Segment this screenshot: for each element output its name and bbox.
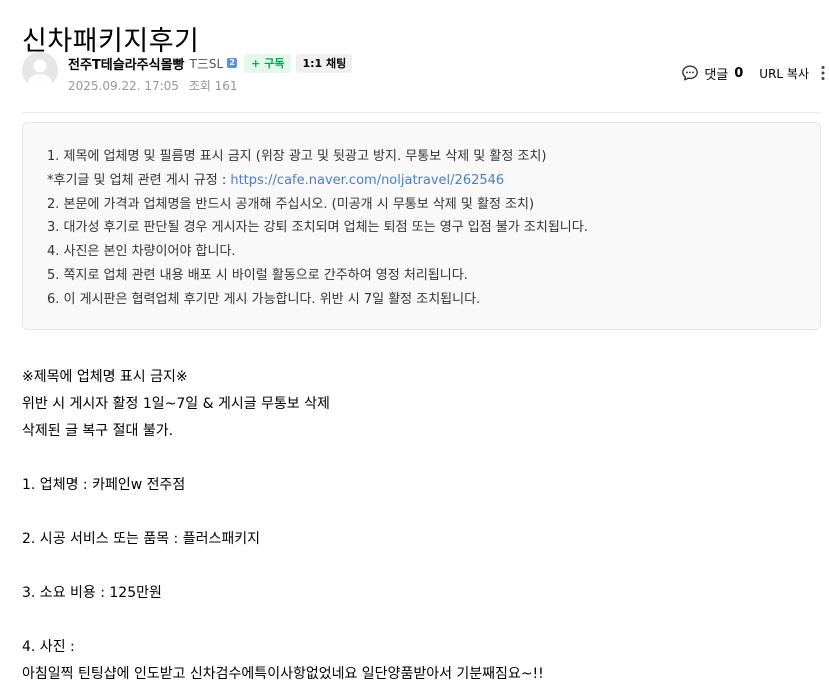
- content-line: 2. 시공 서비스 또는 품목 : 플러스패키지: [22, 531, 260, 547]
- content-blank-line: [22, 607, 822, 634]
- comment-label: 댓글: [704, 67, 729, 83]
- notice-rules-link[interactable]: https://cafe.naver.com/noljatravel/26254…: [230, 173, 504, 188]
- post-actions: 댓글 0 URL 복사: [681, 63, 825, 83]
- chat-button[interactable]: 1:1 채팅: [296, 53, 353, 73]
- subscribe-button[interactable]: + 구독: [244, 53, 292, 73]
- post-meta: 2025.09.22. 17:05 조회 161: [68, 77, 238, 94]
- author-info: 전주T테슬라주식몰빵 T三SL 2 + 구독 1:1 채팅: [68, 53, 353, 73]
- content-line: 아침일찍 틴팅샵에 인도받고 신차검수에특이사항없었네요 일단양품받아서 기분째…: [22, 666, 544, 682]
- level-badge-icon: 2: [227, 58, 238, 68]
- board-notice: 1. 제목에 업체명 및 필름명 표시 금지 (위장 광고 및 뒷광고 방지. …: [22, 122, 821, 330]
- author-level: T三SL: [189, 56, 224, 71]
- notice-rules-label: *후기글 및 업체 관련 게시 규정 :: [47, 172, 231, 188]
- notice-line: 1. 제목에 업체명 및 필름명 표시 금지 (위장 광고 및 뒷광고 방지. …: [47, 149, 547, 164]
- content-line: 삭제된 글 복구 절대 불가.: [22, 423, 174, 439]
- comment-count: 0: [734, 65, 744, 81]
- content-line: 4. 사진 :: [22, 639, 75, 655]
- post-date: 2025.09.22. 17:05: [68, 79, 179, 93]
- view-count: 조회 161: [188, 79, 238, 93]
- notice-line: 5. 쪽지로 업체 관련 내용 배포 시 바이럴 활동으로 간주하여 영정 처리…: [47, 267, 468, 283]
- content-line: 위반 시 게시자 활정 1일~7일 & 게시글 무통보 삭제: [22, 396, 330, 412]
- notice-line: 6. 이 게시판은 협력업체 후기만 게시 가능합니다. 위반 시 7일 활정 …: [47, 291, 481, 307]
- notice-line-rules: *후기글 및 업체 관련 게시 규정 : https://cafe.naver.…: [47, 169, 820, 193]
- url-copy-button[interactable]: URL 복사: [759, 65, 809, 82]
- content-blank-line: [22, 553, 822, 580]
- content-line: 1. 업체명 : 카페인w 전주점: [22, 477, 186, 493]
- notice-line: 4. 사진은 본인 차량이어야 합니다.: [47, 244, 236, 260]
- more-vertical-icon[interactable]: [821, 65, 825, 81]
- default-avatar-icon: [22, 52, 58, 88]
- post-content: ※제목에 업체명 표시 금지※ 위반 시 게시자 활정 1일~7일 & 게시글 …: [22, 364, 822, 688]
- content-line: ※제목에 업체명 표시 금지※: [22, 369, 188, 385]
- content-blank-line: [22, 499, 822, 526]
- notice-line: 2. 본문에 가격과 업체명을 반드시 공개해 주십시오. (미공개 시 무통보…: [47, 196, 535, 212]
- author-avatar[interactable]: [22, 52, 58, 88]
- comment-button[interactable]: 댓글 0: [681, 64, 743, 83]
- notice-line: 3. 대가성 후기로 판단될 경우 게시자는 강퇴 조치되며 업체는 퇴점 또는…: [47, 220, 588, 236]
- header-divider: [22, 112, 821, 113]
- comment-bubble-icon: [682, 65, 699, 81]
- author-name[interactable]: 전주T테슬라주식몰빵: [68, 54, 185, 73]
- content-blank-line: [22, 445, 822, 472]
- content-line: 3. 소요 비용 : 125만원: [22, 585, 162, 601]
